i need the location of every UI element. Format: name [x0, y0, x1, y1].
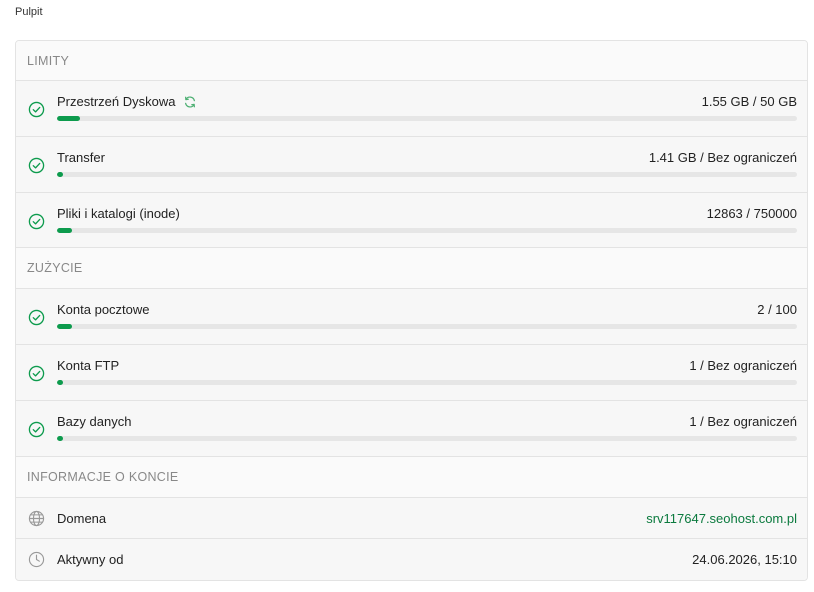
limit-value: 1.41 GB / Bez ograniczeń [648, 150, 797, 165]
refresh-icon[interactable] [183, 95, 197, 109]
limit-value: 12863 / 750000 [706, 206, 797, 221]
progress-fill [57, 436, 63, 441]
limit-label: Przestrzeń Dyskowa [57, 94, 197, 109]
domain-link[interactable]: srv117647.seohost.com.pl [646, 511, 797, 526]
usage-row-databases: Bazy danych 1 / Bez ograniczeń [16, 401, 807, 457]
usage-label: Konta FTP [57, 358, 120, 373]
limit-label: Pliki i katalogi (inode) [57, 206, 180, 221]
progress-bar [57, 172, 797, 177]
check-circle-icon [28, 157, 45, 174]
progress-fill [57, 380, 63, 385]
usage-value: 2 / 100 [757, 302, 797, 317]
limit-row-inode: Pliki i katalogi (inode) 12863 / 750000 [16, 193, 807, 248]
dashboard-card: LIMITY Przestrzeń Dyskowa 1.55 GB / 50 G… [15, 40, 808, 581]
usage-label: Bazy danych [57, 414, 132, 429]
globe-icon [28, 510, 45, 527]
limit-value: 1.55 GB / 50 GB [701, 94, 797, 109]
check-circle-icon [28, 421, 45, 438]
clock-icon [28, 551, 45, 568]
usage-value: 1 / Bez ograniczeń [689, 414, 797, 429]
progress-fill [57, 172, 63, 177]
section-header-usage: ZUŻYCIE [16, 248, 807, 289]
usage-row-mail: Konta pocztowe 2 / 100 [16, 289, 807, 345]
usage-label: Konta pocztowe [57, 302, 150, 317]
account-row-domain: Domena srv117647.seohost.com.pl [16, 498, 807, 539]
account-label: Domena [57, 510, 107, 526]
progress-bar [57, 228, 797, 233]
limit-label: Transfer [57, 150, 105, 165]
active-since-value: 24.06.2026, 15:10 [692, 552, 797, 567]
check-circle-icon [28, 309, 45, 326]
limit-row-disk: Przestrzeń Dyskowa 1.55 GB / 50 GB [16, 81, 807, 137]
check-circle-icon [28, 213, 45, 230]
breadcrumb[interactable]: Pulpit [15, 6, 43, 18]
progress-bar [57, 436, 797, 441]
progress-fill [57, 228, 72, 233]
progress-fill [57, 116, 80, 121]
check-circle-icon [28, 101, 45, 118]
check-circle-icon [28, 365, 45, 382]
progress-bar [57, 324, 797, 329]
section-header-limits: LIMITY [16, 41, 807, 81]
limit-row-transfer: Transfer 1.41 GB / Bez ograniczeń [16, 137, 807, 193]
section-header-account: INFORMACJE O KONCIE [16, 457, 807, 498]
progress-bar [57, 380, 797, 385]
progress-bar [57, 116, 797, 121]
progress-fill [57, 324, 72, 329]
account-row-active-since: Aktywny od 24.06.2026, 15:10 [16, 539, 807, 580]
account-label: Aktywny od [57, 552, 124, 567]
usage-row-ftp: Konta FTP 1 / Bez ograniczeń [16, 345, 807, 401]
usage-value: 1 / Bez ograniczeń [689, 358, 797, 373]
limit-label-text: Przestrzeń Dyskowa [57, 94, 176, 109]
